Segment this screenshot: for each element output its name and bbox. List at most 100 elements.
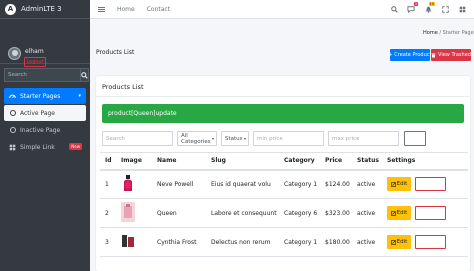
page-title: Products List [96,49,135,56]
column-header-slug: Slug [206,152,279,171]
chevron-down-icon: ▾ [78,93,81,99]
view-trashed-button[interactable]: View Trashed [431,49,471,61]
logout-button[interactable]: Logout [24,57,46,67]
product-image [121,202,135,222]
delete-button[interactable] [415,235,446,249]
cell-id: 3 [100,227,116,257]
breadcrumb-home[interactable]: Home [423,30,438,36]
products-table: Id Image Name Slug Category Price Status… [100,152,468,257]
messages-badge: 3 [413,2,418,6]
breadcrumb: Home / Starter Page [423,30,474,36]
user-panel: elham Logout [0,19,90,67]
sidebar-search [4,68,89,82]
edit-button[interactable]: Edit [387,206,411,220]
column-header-status: Status [352,152,382,171]
dashboard-icon [9,93,16,100]
delete-button[interactable] [415,177,446,192]
card-title: Products List [102,83,144,91]
navbar-icons: 3 15 [390,2,466,13]
column-header-price: Price [320,152,352,171]
cell-price: $124.00 [320,169,352,199]
edit-button[interactable]: Edit [387,177,411,192]
cell-price: $180.00 [320,227,352,257]
top-navbar: Home Contact 3 15 [90,0,474,19]
notifications-badge: 15 [428,2,435,6]
user-name[interactable]: elham [25,48,44,55]
column-header-id: Id [100,152,116,171]
cell-price: $323.00 [320,198,352,228]
nav-link-home[interactable]: Home [117,6,135,13]
hamburger-menu-icon[interactable] [98,6,105,12]
category-select-value: All Categories [181,132,211,145]
nav-link-contact[interactable]: Contact [147,6,170,13]
cell-name: Cynthia Frost [152,227,206,257]
cell-status: active [352,198,382,228]
circle-icon [9,127,16,134]
chevron-down-icon: ▾ [211,136,214,141]
breadcrumb-separator: / [439,30,442,36]
control-sidebar-icon[interactable] [458,5,466,13]
cell-image [116,169,152,199]
table-header-row: Id Image Name Slug Category Price Status… [100,152,468,171]
sidebar-item-label: Active Page [20,109,55,117]
column-header-name: Name [152,152,206,171]
delete-button[interactable] [415,206,446,220]
column-header-category: Category [279,152,320,171]
column-header-settings: Settings [382,152,468,171]
edit-label: Edit [396,210,408,216]
category-select[interactable]: All Categories ▾ [177,131,217,146]
sidebar-item-label: Simple Link [20,143,55,151]
edit-icon [390,210,396,216]
edit-icon [390,181,396,187]
cell-name: Queen [152,198,206,228]
cell-category: Category 6 [279,198,320,228]
messages-icon[interactable]: 3 [407,2,418,13]
products-card: Products List product[Queen]update Searc… [96,76,470,271]
search-icon[interactable] [390,5,398,13]
trash-icon [431,53,436,57]
product-image [121,231,135,251]
main-sidebar: A AdminLTE 3 elham Logout Starter Pages … [0,0,90,271]
breadcrumb-current: Starter Page [442,30,474,36]
cell-status: active [352,169,382,199]
brand-logo: A [5,3,16,15]
cell-slug: Delectus non rerum [206,227,279,257]
sidebar-item-label: Starter Pages [20,92,61,100]
bell-icon[interactable]: 15 [424,2,435,13]
search-button[interactable] [81,68,89,82]
edit-icon [390,239,396,245]
brand-name: AdminLTE 3 [21,5,62,13]
status-select-value: Status [225,135,243,142]
search-input[interactable]: Search [102,131,173,146]
edit-button[interactable]: Edit [387,235,411,249]
cell-name: Neve Powell [152,169,206,199]
cell-id: 1 [100,169,116,199]
cell-status: active [352,227,382,257]
sidebar-item-starter-pages[interactable]: Starter Pages ▾ [4,88,86,104]
new-badge: New [69,143,82,150]
chevron-down-icon: ▾ [243,136,246,141]
sidebar-item-inactive-page[interactable]: Inactive Page [4,122,86,138]
cell-id: 2 [100,198,116,228]
filter-button[interactable] [404,131,426,146]
edit-label: Edit [396,181,408,188]
view-trashed-label: View Trashed [438,52,471,58]
cell-slug: Labore et consequunt [206,198,279,228]
table-row: 1 Neve Powell Eius id quaerat volu Categ… [100,169,468,199]
min-price-input[interactable]: min price [253,131,324,146]
sidebar-search-input[interactable] [4,68,81,82]
create-product-button[interactable]: + Create Product [389,49,431,61]
card-divider [96,96,470,97]
brand-link[interactable]: A AdminLTE 3 [0,0,90,19]
cell-image [116,227,152,257]
cell-settings: Edit [382,169,468,199]
sidebar-item-simple-link[interactable]: Simple Link New [4,139,86,155]
fullscreen-icon[interactable] [441,5,449,13]
cell-settings: Edit [382,198,468,228]
circle-icon [9,110,16,117]
search-icon [81,71,88,79]
max-price-input[interactable]: max price [328,131,399,146]
cell-slug: Eius id quaerat volu [206,169,279,199]
sidebar-item-active-page[interactable]: Active Page [4,105,86,121]
status-select[interactable]: Status ▾ [221,131,249,146]
